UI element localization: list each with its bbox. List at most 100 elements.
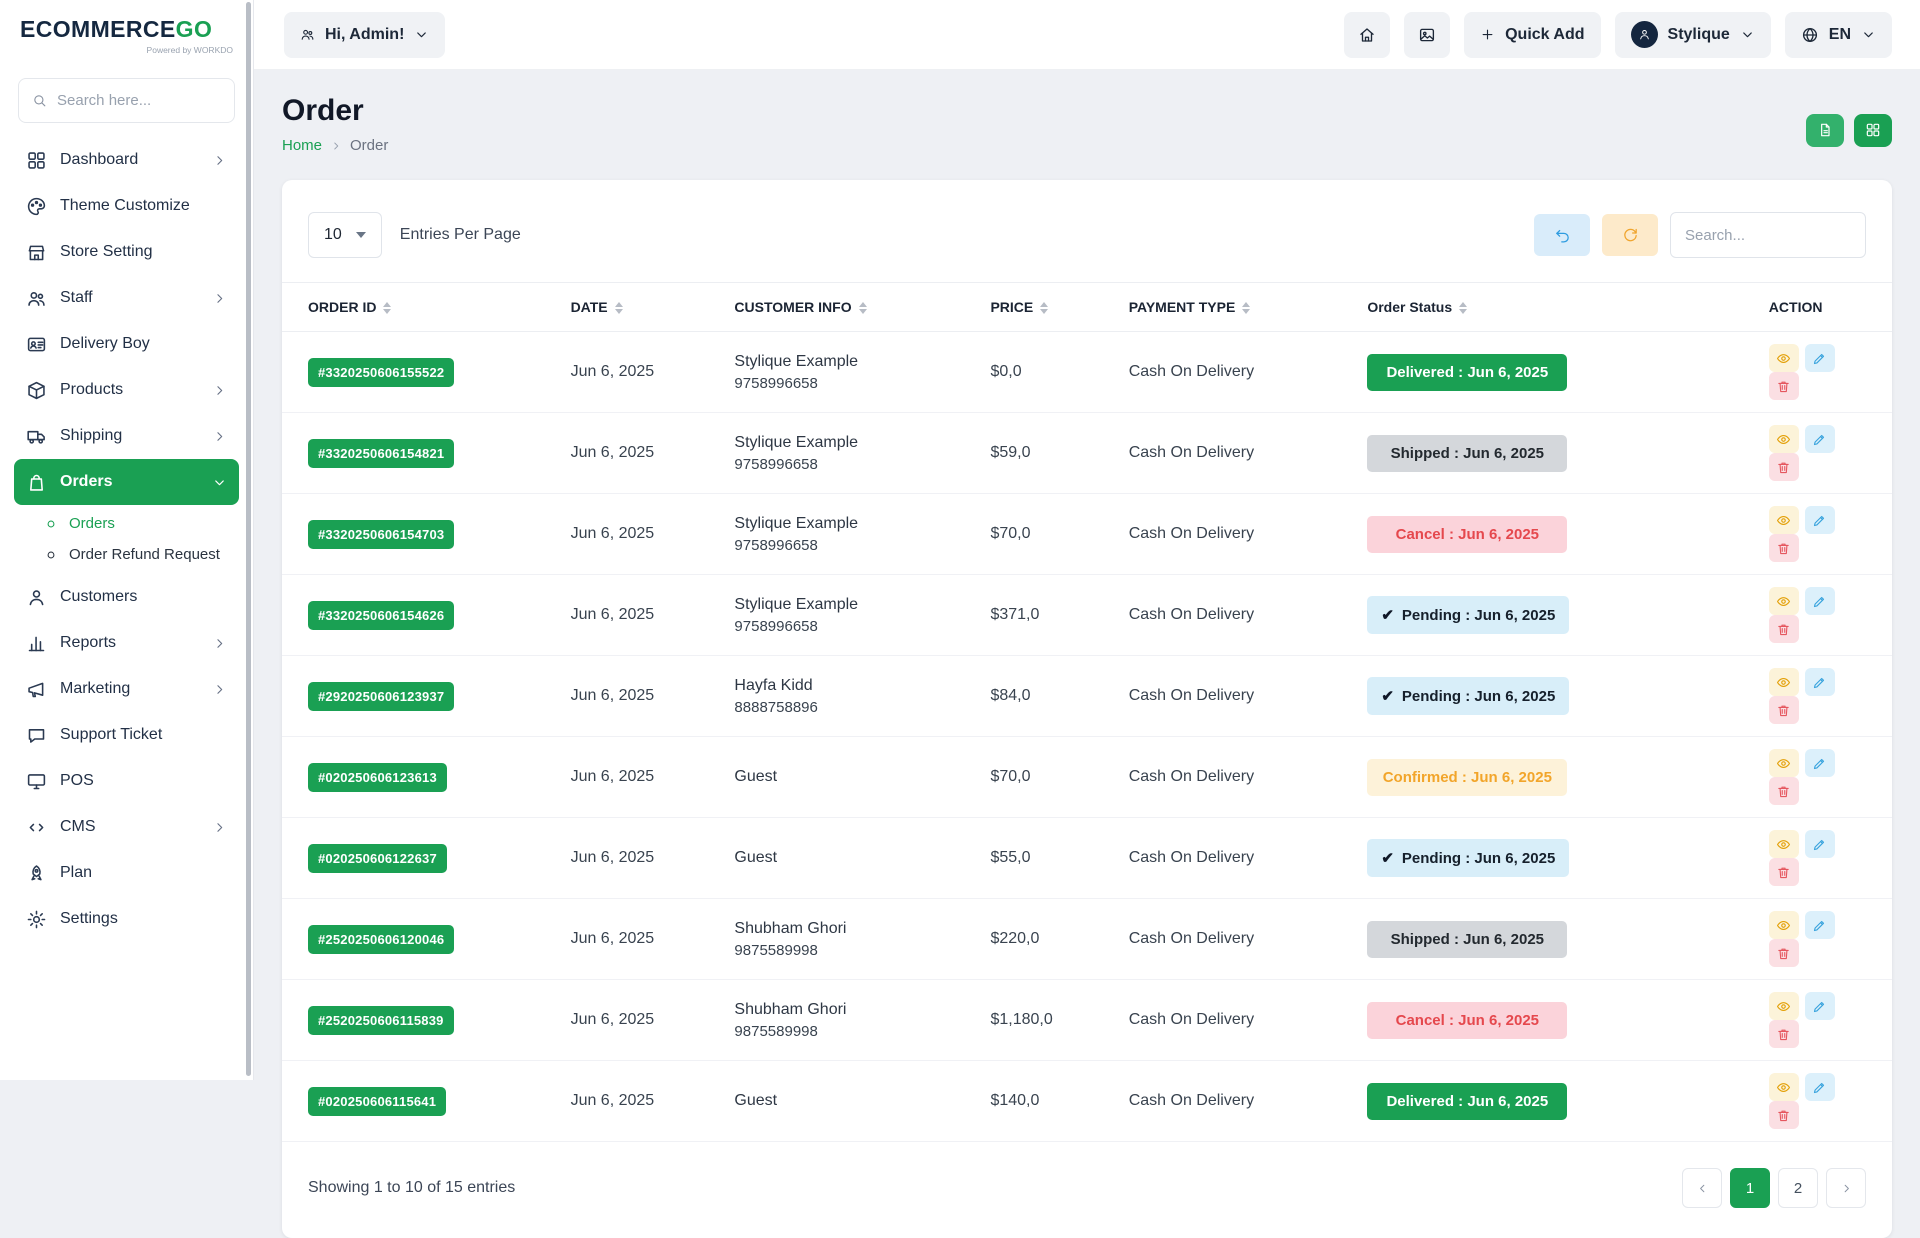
gallery-button[interactable] bbox=[1404, 12, 1450, 58]
view-button[interactable] bbox=[1769, 344, 1799, 372]
submenu-item-order-refund-request[interactable]: Order Refund Request bbox=[38, 539, 239, 570]
sidebar-item-support-ticket[interactable]: Support Ticket bbox=[14, 712, 239, 758]
order-id-badge[interactable]: #020250606123613 bbox=[308, 763, 447, 792]
order-id-badge[interactable]: #2520250606115839 bbox=[308, 1006, 454, 1035]
quick-add-button[interactable]: Quick Add bbox=[1464, 12, 1600, 58]
column-header-date[interactable]: DATE bbox=[561, 283, 725, 332]
edit-button[interactable] bbox=[1805, 425, 1835, 453]
store-switcher-button[interactable]: Stylique bbox=[1615, 12, 1771, 58]
trash-icon bbox=[1776, 784, 1791, 799]
sidebar-item-staff[interactable]: Staff bbox=[14, 275, 239, 321]
pencil-icon bbox=[1812, 675, 1827, 690]
sidebar-search-input[interactable] bbox=[57, 92, 221, 109]
sidebar-item-shipping[interactable]: Shipping bbox=[14, 413, 239, 459]
sidebar-item-pos[interactable]: POS bbox=[14, 758, 239, 804]
pagination-prev-button[interactable] bbox=[1682, 1168, 1722, 1208]
delete-button[interactable] bbox=[1769, 696, 1799, 724]
delete-button[interactable] bbox=[1769, 858, 1799, 886]
column-header-price[interactable]: PRICE bbox=[980, 283, 1118, 332]
edit-button[interactable] bbox=[1805, 992, 1835, 1020]
order-id-badge[interactable]: #2520250606120046 bbox=[308, 925, 454, 954]
sidebar-item-dashboard[interactable]: Dashboard bbox=[14, 137, 239, 183]
admin-menu-button[interactable]: Hi, Admin! bbox=[284, 12, 445, 58]
delete-button[interactable] bbox=[1769, 534, 1799, 562]
delete-button[interactable] bbox=[1769, 453, 1799, 481]
sidebar-item-delivery-boy[interactable]: Delivery Boy bbox=[14, 321, 239, 367]
order-date: Jun 6, 2025 bbox=[561, 1061, 725, 1142]
edit-button[interactable] bbox=[1805, 344, 1835, 372]
settings-icon bbox=[26, 909, 47, 930]
pagination-page-2-button[interactable]: 2 bbox=[1778, 1168, 1818, 1208]
delete-button[interactable] bbox=[1769, 1020, 1799, 1048]
eye-icon bbox=[1776, 837, 1791, 852]
sidebar-item-settings[interactable]: Settings bbox=[14, 896, 239, 942]
sidebar-item-orders[interactable]: Orders bbox=[14, 459, 239, 505]
view-button[interactable] bbox=[1769, 1073, 1799, 1101]
table-search-input[interactable] bbox=[1670, 212, 1866, 258]
grid-view-button[interactable] bbox=[1854, 114, 1892, 147]
view-button[interactable] bbox=[1769, 506, 1799, 534]
delete-button[interactable] bbox=[1769, 615, 1799, 643]
sidebar-item-plan[interactable]: Plan bbox=[14, 850, 239, 896]
sidebar-item-reports[interactable]: Reports bbox=[14, 620, 239, 666]
sidebar-item-cms[interactable]: CMS bbox=[14, 804, 239, 850]
edit-button[interactable] bbox=[1805, 506, 1835, 534]
sidebar-item-store-setting[interactable]: Store Setting bbox=[14, 229, 239, 275]
status-badge: Pending : Jun 6, 2025 bbox=[1367, 839, 1569, 877]
pagination-page-1-button[interactable]: 1 bbox=[1730, 1168, 1770, 1208]
order-id-badge[interactable]: #3320250606154626 bbox=[308, 601, 454, 630]
edit-button[interactable] bbox=[1805, 911, 1835, 939]
view-button[interactable] bbox=[1769, 749, 1799, 777]
sidebar: ECOMMERCEGO Powered by WORKDO Dashboard … bbox=[0, 0, 254, 1080]
column-header-order-id[interactable]: ORDER ID bbox=[282, 283, 561, 332]
view-button[interactable] bbox=[1769, 830, 1799, 858]
order-id-badge[interactable]: #3320250606154703 bbox=[308, 520, 454, 549]
delete-button[interactable] bbox=[1769, 372, 1799, 400]
view-button[interactable] bbox=[1769, 992, 1799, 1020]
page-content: Order Home Order bbox=[254, 70, 1920, 1238]
edit-button[interactable] bbox=[1805, 668, 1835, 696]
delete-button[interactable] bbox=[1769, 777, 1799, 805]
sidebar-item-products[interactable]: Products bbox=[14, 367, 239, 413]
order-id-badge[interactable]: #3320250606155522 bbox=[308, 358, 454, 387]
brand-name: ECOMMERCEGO bbox=[20, 16, 233, 43]
view-button[interactable] bbox=[1769, 668, 1799, 696]
order-id-badge[interactable]: #2920250606123937 bbox=[308, 682, 454, 711]
sidebar-search bbox=[18, 78, 235, 123]
plus-icon bbox=[1480, 27, 1495, 42]
view-button[interactable] bbox=[1769, 587, 1799, 615]
pagination-next-button[interactable] bbox=[1826, 1168, 1866, 1208]
entries-per-page-select[interactable]: 10 bbox=[308, 212, 382, 258]
column-header-order-status[interactable]: Order Status bbox=[1357, 283, 1758, 332]
language-button[interactable]: EN bbox=[1785, 12, 1892, 58]
breadcrumb-home-link[interactable]: Home bbox=[282, 137, 322, 154]
home-button[interactable] bbox=[1344, 12, 1390, 58]
sidebar-item-customers[interactable]: Customers bbox=[14, 574, 239, 620]
undo-button[interactable] bbox=[1534, 214, 1590, 256]
export-button[interactable] bbox=[1806, 114, 1844, 147]
column-header-customer-info[interactable]: CUSTOMER INFO bbox=[724, 283, 980, 332]
sidebar-item-theme-customize[interactable]: Theme Customize bbox=[14, 183, 239, 229]
view-button[interactable] bbox=[1769, 425, 1799, 453]
edit-button[interactable] bbox=[1805, 1073, 1835, 1101]
customer-phone: 9758996658 bbox=[734, 535, 970, 557]
edit-button[interactable] bbox=[1805, 749, 1835, 777]
column-header-payment-type[interactable]: PAYMENT TYPE bbox=[1119, 283, 1358, 332]
order-id-badge[interactable]: #020250606115641 bbox=[308, 1087, 446, 1116]
submenu-item-orders[interactable]: Orders bbox=[38, 508, 239, 539]
column-header-action: ACTION bbox=[1759, 283, 1892, 332]
order-id-badge[interactable]: #3320250606154821 bbox=[308, 439, 454, 468]
pencil-icon bbox=[1812, 1080, 1827, 1095]
brand-logo[interactable]: ECOMMERCEGO Powered by WORKDO bbox=[0, 0, 253, 70]
home-icon bbox=[1358, 26, 1376, 44]
sidebar-item-marketing[interactable]: Marketing bbox=[14, 666, 239, 712]
sidebar-scrollbar[interactable] bbox=[246, 2, 251, 1076]
edit-button[interactable] bbox=[1805, 587, 1835, 615]
order-id-badge[interactable]: #020250606122637 bbox=[308, 844, 447, 873]
delete-button[interactable] bbox=[1769, 1101, 1799, 1129]
store-icon bbox=[26, 242, 47, 263]
view-button[interactable] bbox=[1769, 911, 1799, 939]
refresh-button[interactable] bbox=[1602, 214, 1658, 256]
edit-button[interactable] bbox=[1805, 830, 1835, 858]
delete-button[interactable] bbox=[1769, 939, 1799, 967]
